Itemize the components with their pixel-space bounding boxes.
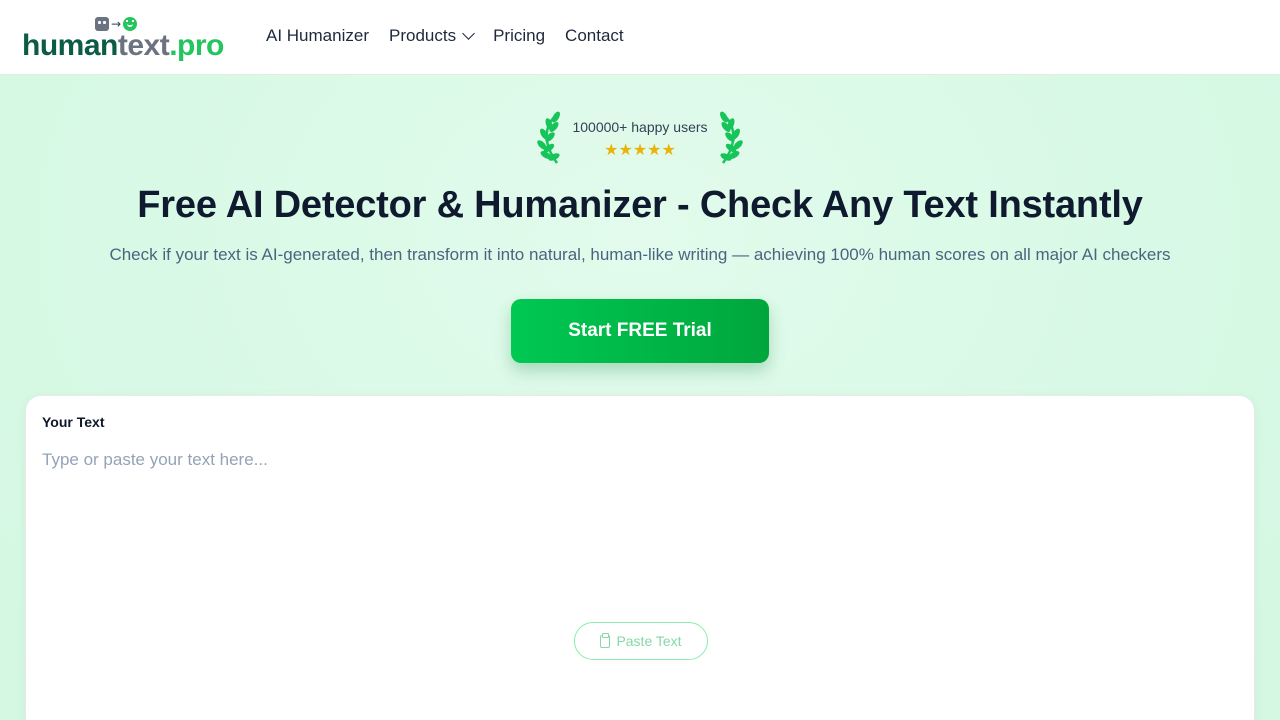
main-nav: AI Humanizer Products Pricing Contact bbox=[266, 26, 624, 46]
paste-text-label: Paste Text bbox=[616, 633, 682, 649]
laurel-right-icon bbox=[720, 111, 743, 164]
logo-part-text: text bbox=[117, 29, 170, 62]
logo-part-human: human bbox=[22, 29, 118, 62]
nav-pricing[interactable]: Pricing bbox=[493, 26, 545, 46]
logo-text: humantext.pro bbox=[22, 29, 224, 63]
nav-pricing-label: Pricing bbox=[493, 26, 546, 45]
your-text-label: Your Text bbox=[42, 414, 105, 430]
nav-products-label: Products bbox=[388, 26, 457, 45]
text-input[interactable] bbox=[40, 448, 1240, 598]
logo-part-pro: .pro bbox=[169, 29, 224, 62]
nav-ai-humanizer[interactable]: AI Humanizer bbox=[266, 26, 369, 46]
start-free-trial-button[interactable]: Start FREE Trial bbox=[511, 299, 769, 363]
happy-users-badge: 100000+ happy users ★★★★★ bbox=[535, 109, 745, 167]
nav-ai-humanizer-label: AI Humanizer bbox=[266, 26, 369, 45]
nav-products-dropdown[interactable]: Products bbox=[388, 26, 475, 46]
nav-contact-label: Contact bbox=[565, 26, 624, 45]
page-subtitle: Check if your text is AI-generated, then… bbox=[109, 245, 1171, 264]
page-title: Free AI Detector & Humanizer - Check Any… bbox=[137, 184, 1143, 226]
nav-contact[interactable]: Contact bbox=[565, 26, 624, 46]
logo[interactable]: → humantext.pro bbox=[22, 14, 232, 66]
top-navbar: → humantext.pro AI Humanizer Products Pr… bbox=[0, 0, 1280, 75]
text-input-card: Your Text Paste Text bbox=[25, 395, 1255, 720]
paste-text-button[interactable]: Paste Text bbox=[574, 622, 708, 660]
clipboard-icon bbox=[600, 632, 611, 648]
chevron-down-icon bbox=[462, 27, 475, 40]
